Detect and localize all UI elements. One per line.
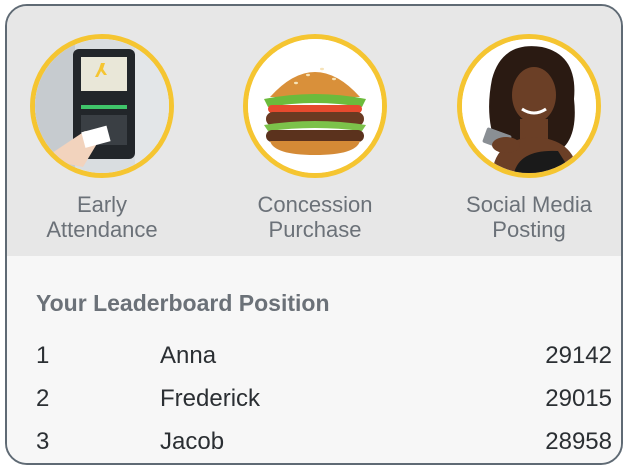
row-rank: 3 (36, 428, 50, 455)
ticket-kiosk-icon (30, 34, 174, 178)
row-rank: 2 (36, 385, 50, 412)
row-rank: 1 (36, 342, 50, 369)
leaderboard-panel: Your Leaderboard Position 1 Anna 29142 2… (7, 256, 621, 463)
leaderboard-row: 2 Frederick 29015 (36, 385, 612, 417)
row-name: Jacob (160, 428, 225, 455)
activity-concession-purchase[interactable]: Concession Purchase (220, 34, 410, 242)
leaderboard-row: 3 Jacob 28958 (36, 428, 612, 460)
activity-label: Early Attendance (46, 192, 158, 242)
row-name: Frederick (160, 385, 261, 412)
leaderboard-row: 1 Anna 29142 (36, 342, 612, 374)
activity-early-attendance[interactable]: Early Attendance (7, 34, 197, 242)
activity-social-media-posting[interactable]: Social Media Posting (434, 34, 621, 242)
activity-label: Concession Purchase (257, 192, 373, 242)
activity-label: Social Media Posting (466, 192, 592, 242)
row-score: 29142 (545, 342, 612, 369)
loyalty-card: Early Attendance Concession Purchase Soc… (5, 4, 623, 465)
leaderboard-title: Your Leaderboard Position (36, 290, 330, 316)
row-score: 28958 (545, 428, 612, 455)
phone-user-icon (457, 34, 601, 178)
row-score: 29015 (545, 385, 612, 412)
hamburger-icon (243, 34, 387, 178)
row-name: Anna (160, 342, 217, 369)
